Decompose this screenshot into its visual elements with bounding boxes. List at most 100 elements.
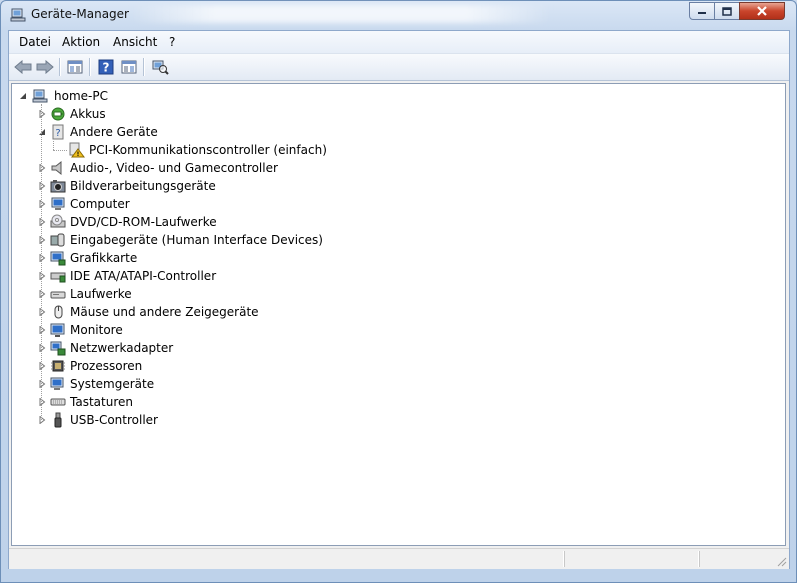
minimize-icon [698, 12, 706, 14]
expand-arrow-icon[interactable] [38, 398, 46, 406]
expand-arrow-icon[interactable] [38, 362, 46, 370]
device-manager-window: Geräte-Manager Datei Aktion Ansicht ? ? … [0, 0, 797, 583]
expand-arrow-icon[interactable] [38, 344, 46, 352]
ide-controller-icon [50, 272, 66, 283]
camera-icon [50, 180, 66, 193]
tree-category[interactable]: IDE ATA/ATAPI-Controller [12, 267, 612, 285]
menu-help[interactable]: ? [169, 35, 175, 49]
expand-arrow-icon[interactable] [38, 218, 46, 226]
expand-arrow-icon[interactable] [38, 110, 46, 118]
category-label: Akkus [70, 107, 106, 121]
category-label: Grafikkarte [70, 251, 138, 265]
forward-button[interactable] [35, 57, 55, 77]
window-title: Geräte-Manager [31, 7, 129, 21]
menu-bar: Datei Aktion Ansicht ? [9, 31, 789, 54]
tree-device[interactable]: PCI-Kommunikationscontroller (einfach) [12, 141, 612, 159]
category-label: Audio-, Video- und Gamecontroller [70, 161, 278, 175]
tree-category[interactable]: Bildverarbeitungsgeräte [12, 177, 612, 195]
expand-arrow-icon[interactable] [38, 182, 46, 190]
tree-category[interactable]: Laufwerke [12, 285, 612, 303]
toolbar-separator [89, 58, 90, 76]
tree-connector-line [41, 104, 42, 420]
menu-datei[interactable]: Datei [19, 35, 51, 49]
expand-arrow-icon[interactable] [38, 164, 46, 172]
expand-arrow-icon[interactable] [38, 236, 46, 244]
tree-category[interactable]: Audio-, Video- und Gamecontroller [12, 159, 612, 177]
expand-arrow-icon[interactable] [38, 380, 46, 388]
svg-text:?: ? [55, 128, 60, 139]
help-button[interactable]: ? [96, 57, 116, 77]
tree-root[interactable]: home-PC [12, 87, 212, 105]
expand-arrow-icon[interactable] [38, 200, 46, 208]
minimize-button[interactable] [689, 2, 715, 20]
expand-arrow-icon[interactable] [38, 326, 46, 334]
keyboard-icon [50, 398, 66, 406]
tree-category[interactable]: Akkus [12, 105, 612, 123]
properties-button[interactable] [119, 57, 139, 77]
category-label: USB-Controller [70, 413, 158, 427]
scan-hardware-icon [152, 60, 169, 75]
status-divider [699, 551, 700, 567]
toolbar-separator [143, 58, 144, 76]
tree-category[interactable]: DVD/CD-ROM-Laufwerke [12, 213, 612, 231]
category-label: Bildverarbeitungsgeräte [70, 179, 216, 193]
category-label: Systemgeräte [70, 377, 155, 391]
device-manager-icon [10, 8, 26, 22]
category-label: Prozessoren [70, 359, 143, 373]
system-devices-icon [50, 377, 64, 390]
back-icon [14, 60, 32, 74]
tree-category[interactable]: Computer [12, 195, 612, 213]
maximize-icon [722, 6, 732, 16]
close-icon [757, 6, 767, 16]
computer-icon [51, 197, 65, 210]
mouse-icon [54, 305, 63, 319]
tree-category[interactable]: Systemgeräte [12, 375, 612, 393]
category-label: Mäuse und andere Zeigegeräte [70, 305, 259, 319]
category-label: Laufwerke [70, 287, 132, 301]
hid-icon [50, 233, 65, 247]
console-tree-icon [67, 60, 83, 74]
collapse-arrow-icon[interactable] [38, 128, 46, 136]
expand-arrow-icon[interactable] [38, 416, 46, 424]
tree-category[interactable]: Netzwerkadapter [12, 339, 612, 357]
status-bar [9, 548, 789, 569]
processor-icon [51, 360, 65, 372]
tree-category[interactable]: Tastaturen [12, 393, 612, 411]
expand-arrow-icon[interactable] [38, 272, 46, 280]
resize-grip-icon[interactable] [775, 555, 787, 567]
tree-category[interactable]: Grafikkarte [12, 249, 612, 267]
toolbar: ? [9, 54, 789, 81]
warning-device-icon [69, 142, 85, 158]
expand-arrow-icon[interactable] [38, 254, 46, 262]
svg-text:?: ? [103, 61, 110, 75]
computer-root-icon [32, 89, 48, 103]
tree-category[interactable]: Prozessoren [12, 357, 612, 375]
tree-category[interactable]: USB-Controller [12, 411, 612, 429]
expand-arrow-icon[interactable] [38, 308, 46, 316]
back-button[interactable] [13, 57, 33, 77]
menu-ansicht[interactable]: Ansicht [113, 35, 157, 49]
maximize-button[interactable] [714, 2, 740, 20]
tree-category[interactable]: Monitore [12, 321, 612, 339]
collapse-arrow-icon[interactable] [19, 92, 27, 100]
close-button[interactable] [739, 2, 785, 20]
expand-arrow-icon[interactable] [38, 290, 46, 298]
display-adapter-icon [50, 251, 66, 266]
show-hide-console-tree-button[interactable] [65, 57, 85, 77]
menu-aktion[interactable]: Aktion [62, 35, 100, 49]
network-adapter-icon [50, 341, 66, 356]
category-label: Monitore [70, 323, 123, 337]
tree-category[interactable]: Eingabegeräte (Human Interface Devices) [12, 231, 612, 249]
category-label: IDE ATA/ATAPI-Controller [70, 269, 217, 283]
unknown-device-icon: ? [52, 124, 64, 140]
help-icon: ? [98, 59, 114, 75]
tree-category[interactable]: ? Andere Geräte [12, 123, 612, 141]
scan-hardware-button[interactable] [150, 57, 170, 77]
client-area: Datei Aktion Ansicht ? ? home-PC Akkus ?… [8, 30, 790, 569]
category-label: Netzwerkadapter [70, 341, 174, 355]
forward-icon [36, 60, 54, 74]
tree-category[interactable]: Mäuse und andere Zeigegeräte [12, 303, 612, 321]
device-tree[interactable]: home-PC Akkus ? Andere Geräte PCI-Kommunika… [11, 83, 786, 546]
title-bar[interactable]: Geräte-Manager [1, 1, 796, 29]
toolbar-separator [59, 58, 60, 76]
